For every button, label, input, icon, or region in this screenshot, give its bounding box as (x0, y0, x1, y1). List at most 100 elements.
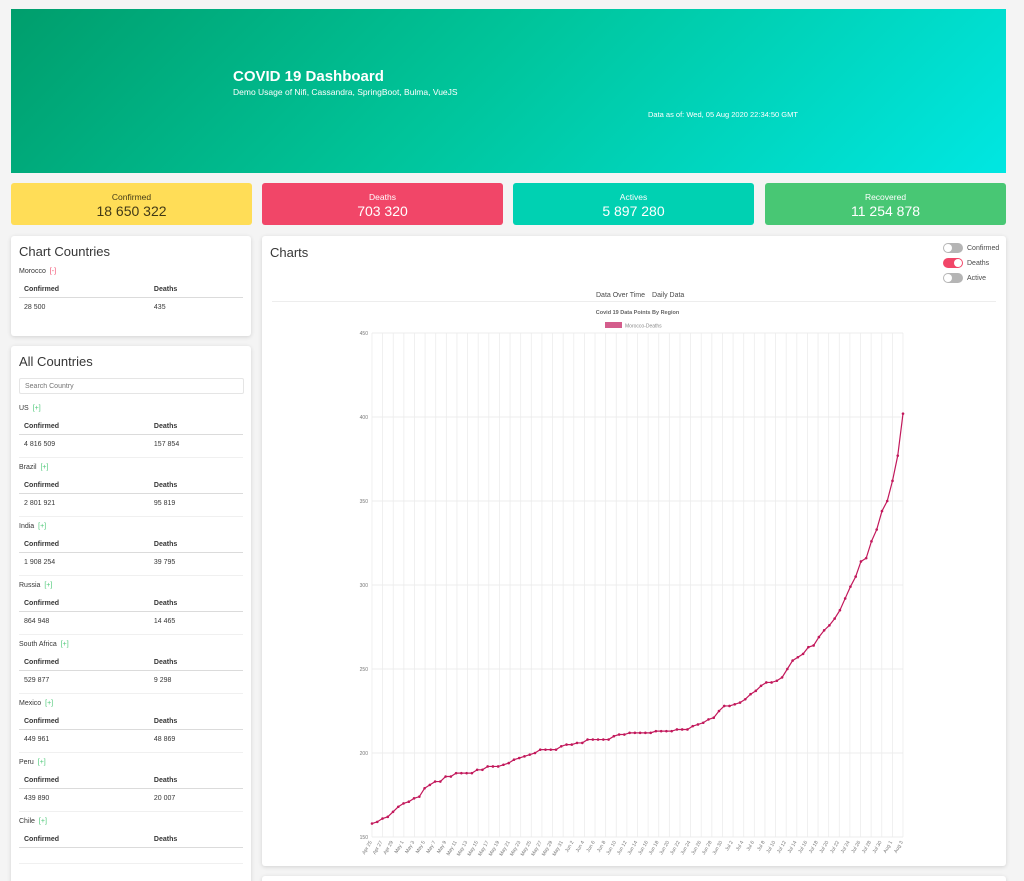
data-point (665, 729, 668, 733)
data-point (465, 771, 468, 775)
data-point (743, 697, 747, 701)
country-heading: Brazil [+] (19, 464, 243, 471)
switch-label: Confirmed (967, 244, 1000, 252)
x-tick-label: Aug 1 (882, 840, 894, 855)
country-block: Russia [+] Confirmed Deaths 864 948 14 465 (19, 582, 243, 635)
data-point (507, 761, 510, 765)
confirmed-cell: 2 801 921 (24, 500, 56, 507)
next-card-edge (262, 876, 1006, 881)
add-country-toggle[interactable]: [+] (38, 523, 46, 530)
data-point (596, 738, 600, 741)
country-table: Confirmed Deaths 1 908 254 39 795 (19, 537, 243, 572)
stat-confirmed-value: 18 650 322 (96, 203, 167, 219)
stat-confirmed-label: Confirmed (111, 192, 152, 202)
data-point (828, 624, 831, 627)
data-point (759, 684, 763, 688)
stat-confirmed: Confirmed 18 650 322 (11, 183, 252, 225)
col-confirmed: Confirmed (19, 655, 149, 671)
col-deaths: Deaths (148, 655, 243, 671)
add-country-toggle[interactable]: [+] (45, 700, 53, 707)
chart-countries-card: Chart Countries Morocco [-] Confirmed De… (11, 236, 251, 336)
chart-country-name: Morocco [-] (19, 268, 243, 275)
deaths-cell: 9 298 (153, 677, 172, 684)
country-block: US [+] Confirmed Deaths 4 816 509 157 854 (19, 405, 243, 458)
data-point (444, 775, 447, 778)
stat-actives: Actives 5 897 280 (513, 183, 754, 225)
data-point (817, 635, 821, 639)
deaths-cell: 14 465 (153, 618, 176, 625)
table-row: 864 948 14 465 (19, 612, 243, 632)
switch-deaths[interactable]: Deaths (943, 258, 989, 268)
toggle-switch-icon (943, 243, 963, 253)
col-confirmed: Confirmed (19, 596, 149, 612)
table-row: 449 961 48 869 (19, 730, 243, 750)
country-heading: South Africa [+] (19, 641, 243, 648)
data-point (633, 731, 637, 735)
data-point (559, 744, 563, 748)
data-point (565, 743, 568, 746)
col-confirmed: Confirmed (19, 773, 149, 789)
all-countries-title: All Countries (19, 354, 93, 369)
y-tick-label: 300 (360, 583, 369, 589)
data-point (533, 751, 537, 755)
x-tick-label: May 31 (551, 840, 565, 857)
data-point (691, 724, 695, 728)
data-point (791, 659, 794, 662)
page-title: COVID 19 Dashboard (233, 68, 384, 85)
y-tick-label: 200 (360, 751, 369, 757)
data-point (460, 771, 463, 775)
deaths-cell (149, 848, 243, 861)
data-point (875, 528, 879, 531)
data-point (849, 585, 852, 588)
data-point (780, 676, 784, 679)
confirmed-cell: 1 908 254 (24, 559, 56, 566)
switch-active[interactable]: Active (943, 273, 986, 283)
col-confirmed: Confirmed (19, 714, 149, 730)
country-table: Confirmed Deaths 449 961 48 869 (19, 714, 243, 749)
add-country-toggle[interactable]: [+] (33, 405, 41, 412)
add-country-toggle[interactable]: [+] (38, 759, 46, 766)
add-country-toggle[interactable]: [+] (40, 464, 48, 471)
data-point (470, 771, 474, 775)
country-table: Confirmed Deaths 4 816 509 157 854 (19, 419, 243, 454)
data-point (770, 681, 773, 684)
country-label: Russia (19, 582, 41, 589)
confirmed-cell: 439 890 (24, 795, 50, 802)
data-point (722, 704, 726, 708)
data-point (412, 797, 416, 800)
data-point (607, 738, 610, 741)
data-point (528, 753, 532, 756)
data-point (612, 734, 616, 738)
country-block: Peru [+] Confirmed Deaths 439 890 20 007 (19, 759, 243, 812)
stat-deaths-value: 703 320 (357, 203, 408, 219)
data-point (381, 817, 384, 820)
country-table: Confirmed Deaths 864 948 14 465 (19, 596, 243, 631)
y-tick-label: 450 (360, 331, 369, 337)
data-point (854, 575, 857, 578)
add-country-toggle[interactable]: [+] (61, 641, 69, 648)
search-country-input[interactable] (19, 378, 244, 394)
table-row: 4 816 509 157 854 (19, 435, 243, 455)
table-row: 529 877 9 298 (19, 671, 243, 691)
hero-banner: COVID 19 Dashboard Demo Usage of Nifi, C… (11, 9, 1006, 173)
data-point (496, 765, 500, 768)
data-point (554, 748, 558, 751)
data-point (670, 729, 673, 733)
toggle-switch-icon (943, 273, 963, 283)
country-list: US [+] Confirmed Deaths 4 816 509 157 854 Bra… (19, 405, 243, 864)
switch-confirmed[interactable]: Confirmed (943, 243, 999, 253)
confirmed-cell: 4 816 509 (24, 441, 56, 448)
chart-title: Covid 19 Data Points By Region (596, 310, 680, 316)
confirmed-cell: 864 948 (24, 618, 50, 625)
data-point (602, 738, 605, 741)
deaths-cell: 435 (153, 304, 166, 311)
x-tick-label: Jun 6 (585, 840, 596, 854)
data-point (570, 743, 574, 746)
stat-recovered-label: Recovered (864, 192, 907, 202)
data-timestamp: Data as of: Wed, 05 Aug 2020 22:34:50 GM… (648, 110, 798, 119)
add-country-toggle[interactable]: [+] (44, 582, 52, 589)
stat-actives-label: Actives (619, 192, 648, 202)
add-country-toggle[interactable]: [+] (39, 818, 47, 825)
remove-country-toggle[interactable]: [-] (50, 268, 56, 275)
legend-label: Morocco-Deaths (625, 324, 662, 330)
